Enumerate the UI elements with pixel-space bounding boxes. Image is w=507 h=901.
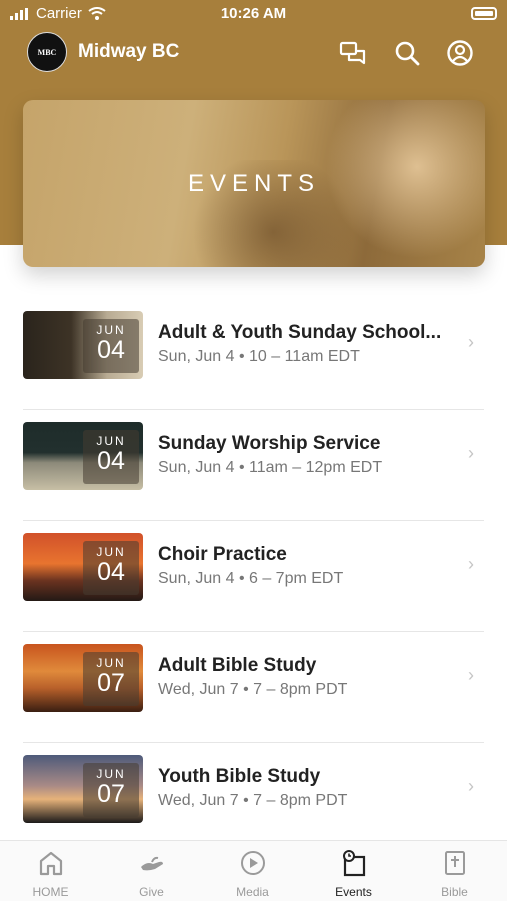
event-title: Sunday Worship Service [158, 433, 381, 454]
church-logo[interactable]: MBC [27, 32, 67, 72]
app-title: Midway BC [78, 41, 180, 62]
event-title: Youth Bible Study [158, 766, 321, 787]
bottom-tab-bar: HOME Give Media Events Bible [0, 840, 507, 901]
event-date-badge: JUN 07 [83, 763, 139, 817]
event-day: 04 [97, 558, 125, 586]
event-time: Wed, Jun 7 • 7 – 8pm PDT [158, 681, 348, 698]
event-month: JUN [96, 656, 126, 670]
event-row[interactable]: JUN 04 Adult & Youth Sunday School... Su… [0, 300, 507, 410]
event-time: Sun, Jun 4 • 11am – 12pm EDT [158, 459, 383, 476]
tab-home[interactable]: HOME [0, 841, 101, 901]
event-row[interactable]: JUN 04 Choir Practice Sun, Jun 4 • 6 – 7… [0, 522, 507, 632]
tab-bible[interactable]: Bible [404, 841, 505, 901]
tab-home-label: HOME [32, 885, 69, 899]
divider [23, 631, 484, 632]
top-navbar: MBC Midway BC [0, 30, 507, 76]
event-month: JUN [96, 767, 126, 781]
tab-media-label: Media [236, 885, 269, 899]
chevron-right-icon: › [468, 665, 474, 685]
tab-bible-label: Bible [441, 885, 468, 899]
tab-media[interactable]: Media [202, 841, 303, 901]
event-month: JUN [96, 323, 126, 337]
chevron-right-icon: › [468, 443, 474, 463]
logo-text: MBC [37, 47, 57, 57]
event-date-badge: JUN 04 [83, 430, 139, 484]
event-day: 07 [97, 780, 125, 808]
profile-icon[interactable] [445, 38, 475, 68]
tab-give-label: Give [139, 885, 164, 899]
event-month: JUN [96, 434, 126, 448]
tab-give[interactable]: Give [101, 841, 202, 901]
tab-events[interactable]: Events [303, 841, 404, 901]
event-time: Sun, Jun 4 • 6 – 7pm EDT [158, 570, 344, 587]
chevron-right-icon: › [468, 332, 474, 352]
search-icon[interactable] [392, 38, 422, 68]
event-title: Choir Practice [158, 544, 287, 565]
event-thumbnail: JUN 04 [23, 422, 143, 490]
tab-events-label: Events [335, 885, 372, 899]
event-time: Wed, Jun 7 • 7 – 8pm PDT [158, 792, 348, 809]
event-date-badge: JUN 04 [83, 319, 139, 373]
event-day: 07 [97, 669, 125, 697]
bible-icon [445, 851, 465, 875]
chevron-right-icon: › [468, 554, 474, 574]
event-month: JUN [96, 545, 126, 559]
event-thumbnail: JUN 04 [23, 533, 143, 601]
hero-title: EVENTS [187, 170, 321, 197]
home-icon [39, 851, 63, 876]
give-icon [141, 856, 163, 871]
event-title: Adult Bible Study [158, 655, 317, 676]
event-row[interactable]: JUN 04 Sunday Worship Service Sun, Jun 4… [0, 411, 507, 521]
status-bar: Carrier 10:26 AM [0, 0, 507, 28]
divider [23, 742, 484, 743]
event-title: Adult & Youth Sunday School... [158, 322, 442, 343]
chat-icon[interactable] [338, 38, 368, 68]
divider [23, 409, 484, 410]
event-thumbnail: JUN 07 [23, 755, 143, 823]
event-date-badge: JUN 04 [83, 541, 139, 595]
event-day: 04 [97, 336, 125, 364]
battery-icon [471, 7, 497, 20]
event-thumbnail: JUN 07 [23, 644, 143, 712]
event-thumbnail: JUN 04 [23, 311, 143, 379]
chevron-right-icon: › [468, 776, 474, 796]
play-icon [241, 851, 265, 875]
event-row[interactable]: JUN 07 Youth Bible Study Wed, Jun 7 • 7 … [0, 744, 507, 854]
event-time: Sun, Jun 4 • 10 – 11am EDT [158, 348, 360, 365]
event-date-badge: JUN 07 [83, 652, 139, 706]
clock: 10:26 AM [220, 5, 287, 22]
event-day: 04 [97, 447, 125, 475]
events-hero-banner: EVENTS [23, 100, 485, 267]
event-row[interactable]: JUN 07 Adult Bible Study Wed, Jun 7 • 7 … [0, 633, 507, 743]
divider [23, 520, 484, 521]
calendar-icon [343, 850, 366, 877]
